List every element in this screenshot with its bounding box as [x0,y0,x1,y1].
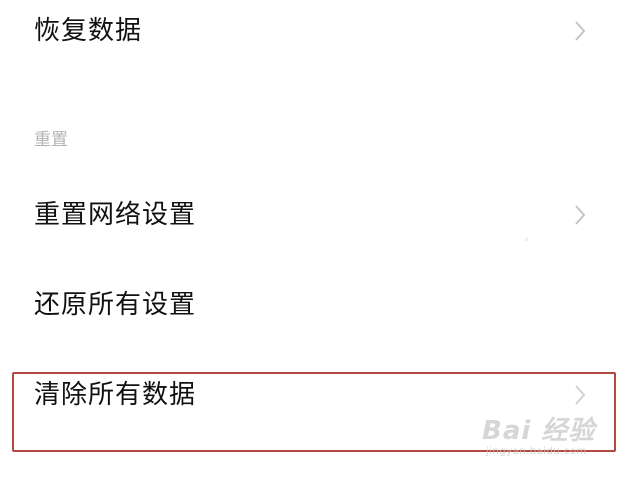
reset-section-header: 重置 [34,130,68,150]
restore-data-label: 恢复数据 [34,16,143,46]
chevron-right-icon [572,19,588,43]
reset-network-settings-row[interactable]: 重置网络设置 [0,184,634,244]
restore-all-settings-label: 还原所有设置 [34,290,197,320]
watermark-logo-text: Bai 经验 [482,416,596,446]
settings-screen: 恢复数据 重置 重置网络设置 还原所有设置 清除所有数据 Bai 经验 jing… [0,0,634,479]
scroll-indicator [525,238,528,241]
restore-all-settings-row[interactable]: 还原所有设置 [0,274,634,334]
reset-network-settings-label: 重置网络设置 [34,200,197,230]
baidu-watermark: Bai 经验 jingyan.baidu.com [482,410,612,460]
watermark-url: jingyan.baidu.com [486,446,587,457]
restore-data-row[interactable]: 恢复数据 [0,0,634,60]
chevron-right-icon [572,203,588,227]
